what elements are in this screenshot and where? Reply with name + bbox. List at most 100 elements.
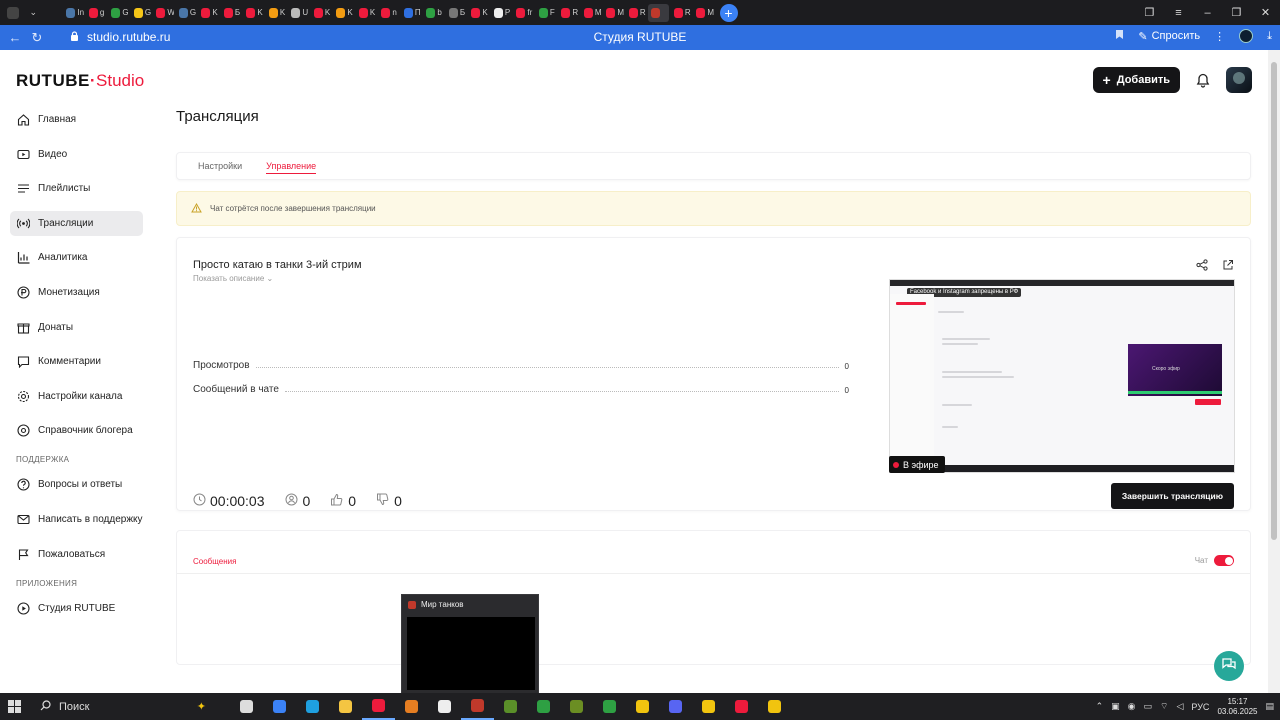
browser-tab[interactable]: M: [603, 4, 624, 22]
taskbar-app[interactable]: [626, 693, 659, 720]
new-tab-button[interactable]: +: [719, 3, 738, 22]
add-button[interactable]: + Добавить: [1092, 67, 1180, 93]
browser-tab[interactable]: R: [671, 4, 692, 22]
tab-management[interactable]: Управление: [266, 161, 317, 174]
browser-tab[interactable]: G: [176, 4, 197, 22]
browser-tab[interactable]: W: [153, 4, 174, 22]
taskbar-app[interactable]: [560, 693, 593, 720]
taskbar-app[interactable]: [362, 693, 395, 720]
end-stream-button[interactable]: Завершить трансляцию: [1110, 483, 1234, 509]
back-icon[interactable]: ←: [4, 30, 26, 45]
browser-tab[interactable]: G: [108, 4, 129, 22]
profile-avatar[interactable]: [1239, 29, 1254, 43]
browser-tab[interactable]: M: [693, 4, 714, 22]
browser-tab[interactable]: n: [378, 4, 399, 22]
stream-preview[interactable]: Facebook и Instagram запрещены в РФ Скор…: [889, 279, 1235, 473]
show-description-link[interactable]: Показать описание ⌄: [193, 274, 273, 283]
taskbar-app[interactable]: [461, 693, 494, 720]
browser-tab[interactable]: M: [581, 4, 602, 22]
clock[interactable]: 15:17 03.06.2025: [1217, 697, 1257, 717]
browser-tab[interactable]: fr: [513, 4, 534, 22]
messages-tab[interactable]: Сообщения: [193, 557, 236, 566]
sidebar-item-comment[interactable]: Комментарии: [10, 349, 143, 374]
download-icon[interactable]: ⤓: [1267, 30, 1272, 43]
more-icon[interactable]: ⋮: [1214, 30, 1225, 43]
browser-tab[interactable]: K: [356, 4, 377, 22]
sidebar-item-mail[interactable]: Написать в поддержку: [10, 507, 143, 532]
browser-tab[interactable]: K: [468, 4, 489, 22]
tabs-overview[interactable]: ⌄: [27, 4, 48, 22]
taskbar-app[interactable]: [494, 693, 527, 720]
rutube-studio-logo[interactable]: RUTUBE·Studio: [16, 71, 144, 91]
taskbar-app[interactable]: [428, 693, 461, 720]
external-link-icon[interactable]: [1222, 258, 1234, 276]
tray-chevron-icon[interactable]: ⌃: [1096, 701, 1104, 712]
sidebar-item-analytics[interactable]: Аналитика: [10, 245, 143, 270]
tray-app-icon[interactable]: ▣: [1111, 701, 1120, 712]
browser-tab[interactable]: R: [626, 4, 647, 22]
bookmark-icon[interactable]: [1115, 29, 1124, 43]
tab-settings[interactable]: Настройки: [198, 161, 242, 171]
taskbar-app[interactable]: [395, 693, 428, 720]
browser-tab[interactable]: P: [491, 4, 512, 22]
bell-icon[interactable]: [1194, 71, 1212, 89]
browser-tab[interactable]: Б: [221, 4, 242, 22]
maximize-icon[interactable]: ❐: [1222, 6, 1251, 19]
close-icon[interactable]: ✕: [1251, 6, 1280, 19]
taskbar-app[interactable]: [692, 693, 725, 720]
tray-battery-icon[interactable]: ▭: [1144, 701, 1153, 712]
sidebar-item-broadcast[interactable]: Трансляции: [10, 210, 143, 236]
taskbar-app[interactable]: [263, 693, 296, 720]
taskbar-app[interactable]: [230, 693, 263, 720]
support-chat-button[interactable]: [1214, 651, 1244, 681]
taskbar-app[interactable]: [329, 693, 362, 720]
browser-tab[interactable]: F: [536, 4, 557, 22]
sidebar-item-playlist[interactable]: Плейлисты: [10, 176, 143, 201]
browser-tab[interactable]: K: [333, 4, 354, 22]
browser-tab[interactable]: b: [423, 4, 444, 22]
tabs-list-icon[interactable]: ❐: [1135, 6, 1164, 19]
browser-tab[interactable]: K: [311, 4, 332, 22]
sidebar-item-studio-app[interactable]: Студия RUTUBE: [10, 596, 143, 621]
tray-wifi-icon[interactable]: ⌔: [1160, 701, 1168, 712]
browser-tab[interactable]: K: [243, 4, 264, 22]
sidebar-item-help[interactable]: Справочник блогера: [10, 418, 143, 443]
language-indicator[interactable]: РУС: [1191, 702, 1209, 712]
chat-toggle[interactable]: Чат: [1195, 555, 1234, 566]
browser-tab[interactable]: [648, 3, 669, 22]
taskbar-thumbnail[interactable]: Мир танков: [401, 594, 539, 694]
browser-tab[interactable]: П: [401, 4, 422, 22]
minimize-icon[interactable]: –: [1193, 7, 1222, 19]
windows-start-icon[interactable]: [8, 700, 21, 713]
taskbar-app[interactable]: [659, 693, 692, 720]
sidebar-item-flag[interactable]: Пожаловаться: [10, 542, 143, 567]
taskbar-app[interactable]: [527, 693, 560, 720]
taskbar-app[interactable]: [593, 693, 626, 720]
user-avatar[interactable]: [1226, 67, 1252, 93]
browser-tab[interactable]: Б: [446, 4, 467, 22]
tray-volume-icon[interactable]: ◁: [1176, 701, 1183, 712]
taskbar-app[interactable]: [758, 693, 791, 720]
reload-icon[interactable]: ↻: [26, 30, 48, 46]
menu-icon[interactable]: ≡: [1164, 7, 1193, 19]
sidebar-item-home[interactable]: Главная: [10, 107, 143, 132]
tray-network-icon[interactable]: ◉: [1128, 701, 1136, 712]
sidebar-item-faq[interactable]: Вопросы и ответы: [10, 472, 143, 497]
browser-menu[interactable]: [4, 4, 25, 22]
browser-tab[interactable]: K: [266, 4, 287, 22]
url-field[interactable]: studio.rutube.ru: [70, 30, 170, 44]
chat-switch[interactable]: [1214, 555, 1234, 566]
browser-tab[interactable]: K: [198, 4, 219, 22]
browser-tab[interactable]: G: [131, 4, 152, 22]
browser-tab[interactable]: g: [86, 4, 107, 22]
notifications-icon[interactable]: ▤: [1265, 701, 1274, 712]
ask-button[interactable]: ✎ Спросить: [1138, 30, 1200, 43]
sidebar-item-video[interactable]: Видео: [10, 142, 143, 167]
scrollbar-thumb[interactable]: [1271, 62, 1277, 540]
taskbar-app[interactable]: [296, 693, 329, 720]
sidebar-item-settings[interactable]: Настройки канала: [10, 384, 143, 409]
browser-tab[interactable]: In: [63, 4, 84, 22]
sidebar-item-monetization[interactable]: Монетизация: [10, 280, 143, 305]
taskbar-app[interactable]: [725, 693, 758, 720]
page-scrollbar[interactable]: [1268, 50, 1280, 693]
